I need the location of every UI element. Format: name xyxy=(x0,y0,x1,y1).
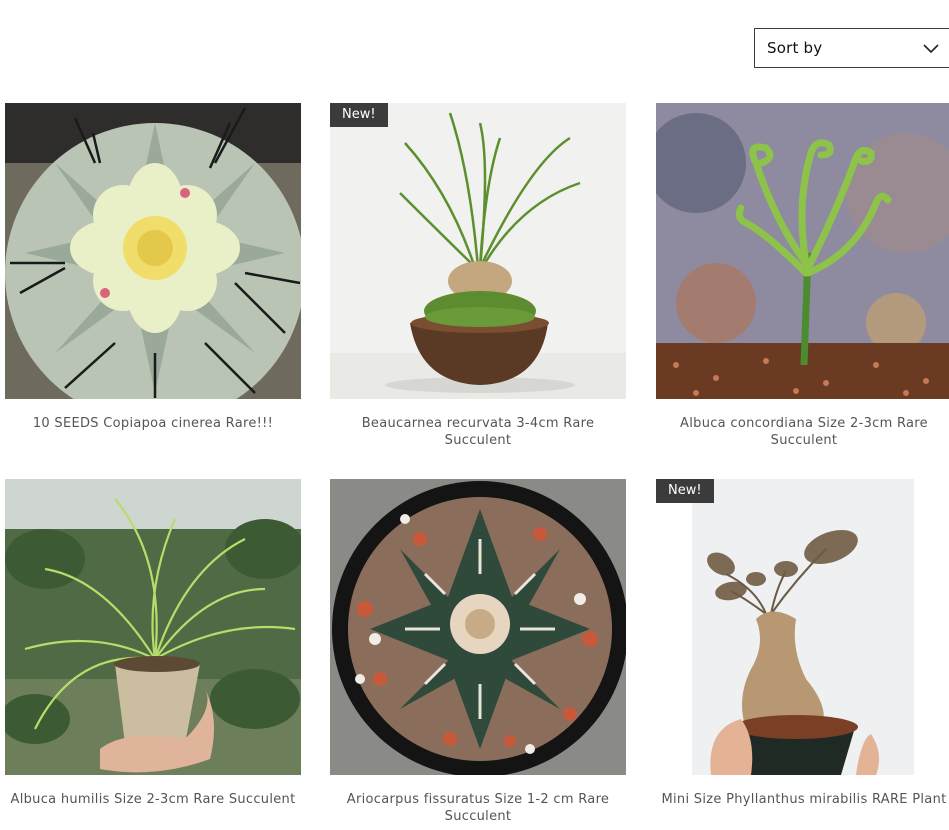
copiapoa-cactus-flower-photo xyxy=(5,103,301,399)
new-badge: New! xyxy=(656,479,714,503)
beaucarnea-in-bowl-photo xyxy=(330,103,626,399)
product-image[interactable] xyxy=(330,479,626,775)
product-image[interactable] xyxy=(656,103,949,399)
product-image[interactable] xyxy=(656,479,949,775)
new-badge: New! xyxy=(330,103,388,127)
product-title[interactable]: 10 SEEDS Copiapoa cinerea Rare!!! xyxy=(5,415,301,432)
product-title[interactable]: Albuca humilis Size 2-3cm Rare Succulent xyxy=(5,791,301,808)
product-image[interactable] xyxy=(330,103,626,399)
phyllanthus-caudex-photo xyxy=(656,479,949,775)
product-title[interactable]: Mini Size Phyllanthus mirabilis RARE Pla… xyxy=(656,791,949,808)
ariocarpus-cactus-photo xyxy=(330,479,626,775)
product-title[interactable]: Albuca concordiana Size 2-3cm Rare Succu… xyxy=(656,415,949,449)
product-title[interactable]: Beaucarnea recurvata 3-4cm Rare Succulen… xyxy=(330,415,626,449)
product-grid: 10 SEEDS Copiapoa cinerea Rare!!! New! B… xyxy=(0,0,949,830)
albuca-spiral-leaves-photo xyxy=(656,103,949,399)
product-image[interactable] xyxy=(5,103,301,399)
product-image[interactable] xyxy=(5,479,301,775)
product-title[interactable]: Ariocarpus fissuratus Size 1-2 cm Rare S… xyxy=(330,791,626,825)
albuca-humilis-pot-photo xyxy=(5,479,301,775)
